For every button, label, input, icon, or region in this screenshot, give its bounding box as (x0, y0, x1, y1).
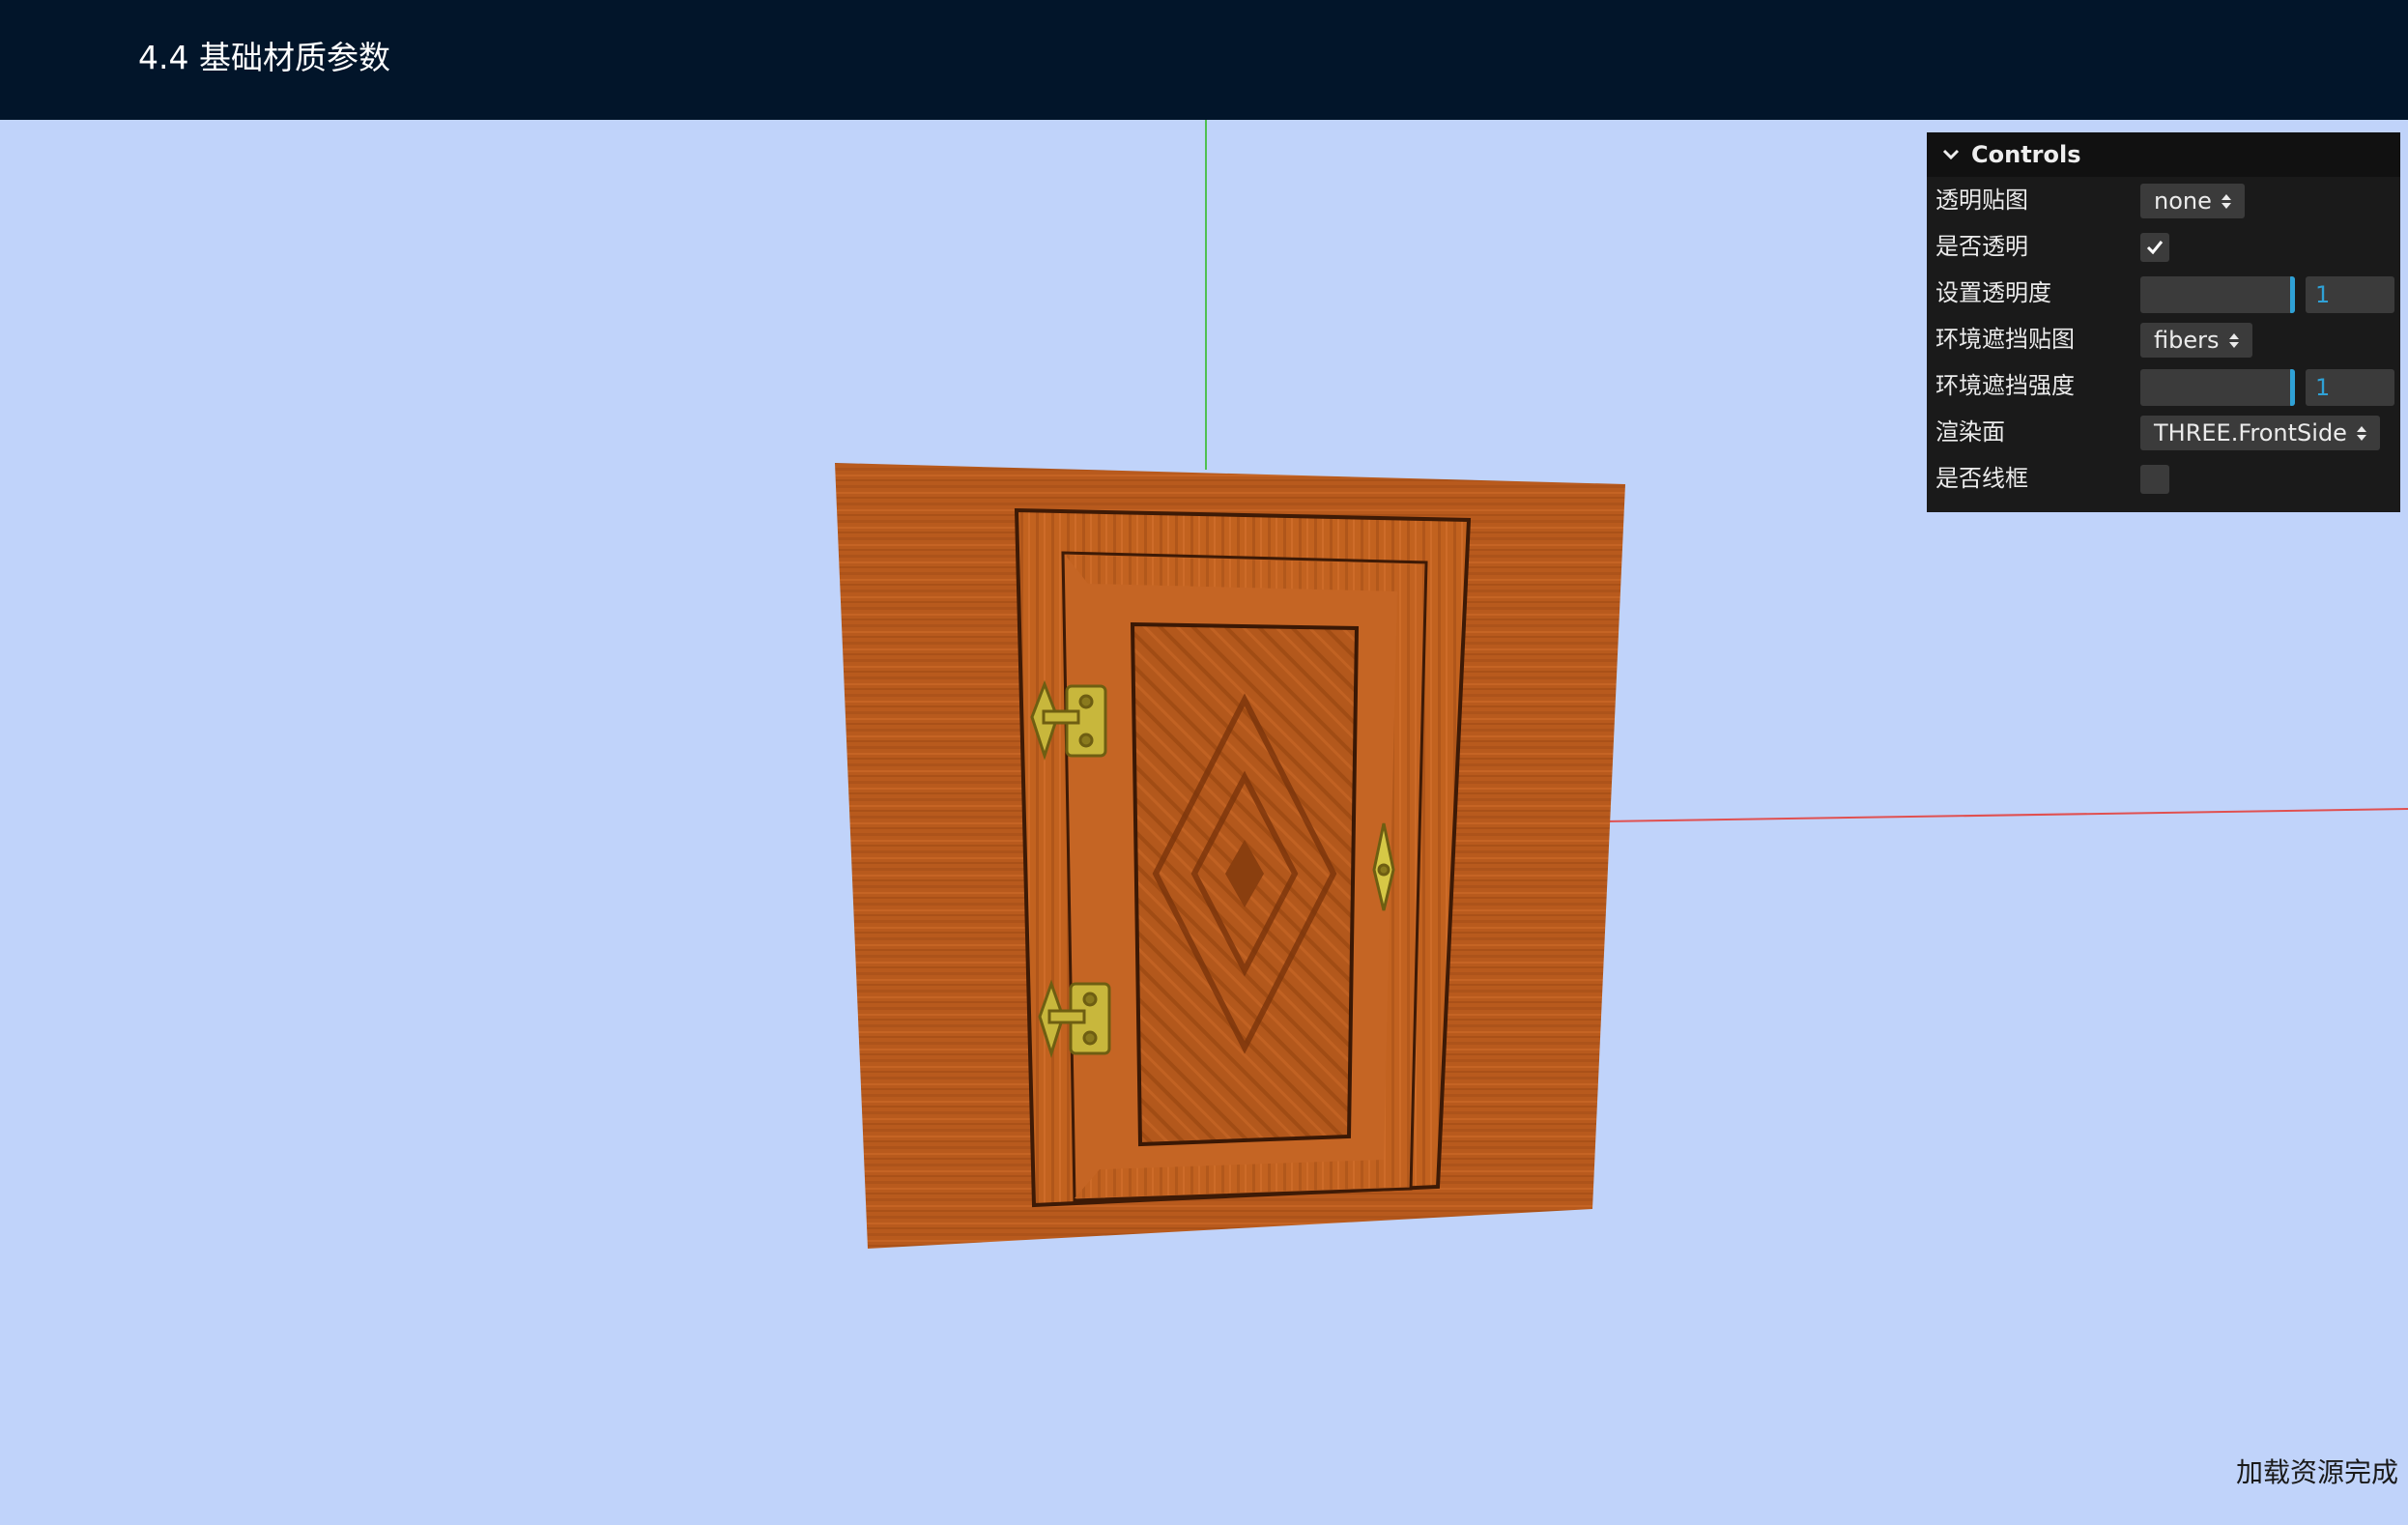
side-select[interactable]: THREE.FrontSide (2140, 416, 2380, 450)
ao-intensity-label: 环境遮挡强度 (1935, 372, 2075, 399)
ao-map-value: fibers (2154, 327, 2220, 354)
select-arrows-icon (2228, 332, 2239, 348)
x-axis (1603, 808, 2408, 822)
opacity-row: 设置透明度 1 (1927, 270, 2400, 316)
select-arrows-icon (2221, 193, 2231, 209)
side-row: 渲染面 THREE.FrontSide (1927, 409, 2400, 455)
transparent-label: 是否透明 (1935, 233, 2028, 260)
side-value: THREE.FrontSide (2154, 419, 2347, 446)
ao-intensity-slider-knob[interactable] (2290, 369, 2295, 406)
ao-intensity-input[interactable]: 1 (2306, 369, 2394, 406)
top-bar: 4.4 基础材质参数 (0, 0, 2408, 120)
select-arrows-icon (2356, 425, 2366, 441)
ao-map-label: 环境遮挡贴图 (1935, 326, 2075, 353)
alpha-map-row: 透明贴图 none (1927, 177, 2400, 223)
controls-header[interactable]: Controls (1927, 132, 2400, 177)
status-text: 加载资源完成 (2235, 1456, 2398, 1488)
opacity-slider[interactable] (2140, 276, 2295, 313)
side-label: 渲染面 (1935, 418, 2005, 446)
controls-panel: Controls 透明贴图 none 是否透明 设置透明度 1 环境遮挡贴图 f… (1927, 132, 2400, 512)
controls-title: Controls (1971, 141, 2081, 168)
ao-map-select[interactable]: fibers (2140, 323, 2252, 358)
transparent-row: 是否透明 (1927, 223, 2400, 270)
wireframe-row: 是否线框 (1927, 455, 2400, 502)
alpha-map-select[interactable]: none (2140, 184, 2245, 218)
opacity-slider-knob[interactable] (2290, 276, 2295, 313)
opacity-label: 设置透明度 (1935, 279, 2051, 306)
page-title: 4.4 基础材质参数 (138, 39, 390, 76)
ao-intensity-slider[interactable] (2140, 369, 2295, 406)
ao-map-row: 环境遮挡贴图 fibers (1927, 316, 2400, 362)
checkmark-icon (2146, 241, 2164, 255)
ao-intensity-row: 环境遮挡强度 1 (1927, 362, 2400, 409)
alpha-map-label: 透明贴图 (1935, 187, 2028, 214)
transparent-checkbox[interactable] (2140, 233, 2169, 262)
door-panel (835, 463, 1625, 1249)
wireframe-checkbox[interactable] (2140, 465, 2169, 494)
opacity-input[interactable]: 1 (2306, 276, 2394, 313)
chevron-down-icon (1942, 149, 1960, 160)
alpha-map-value: none (2154, 187, 2212, 215)
wireframe-label: 是否线框 (1935, 465, 2028, 492)
